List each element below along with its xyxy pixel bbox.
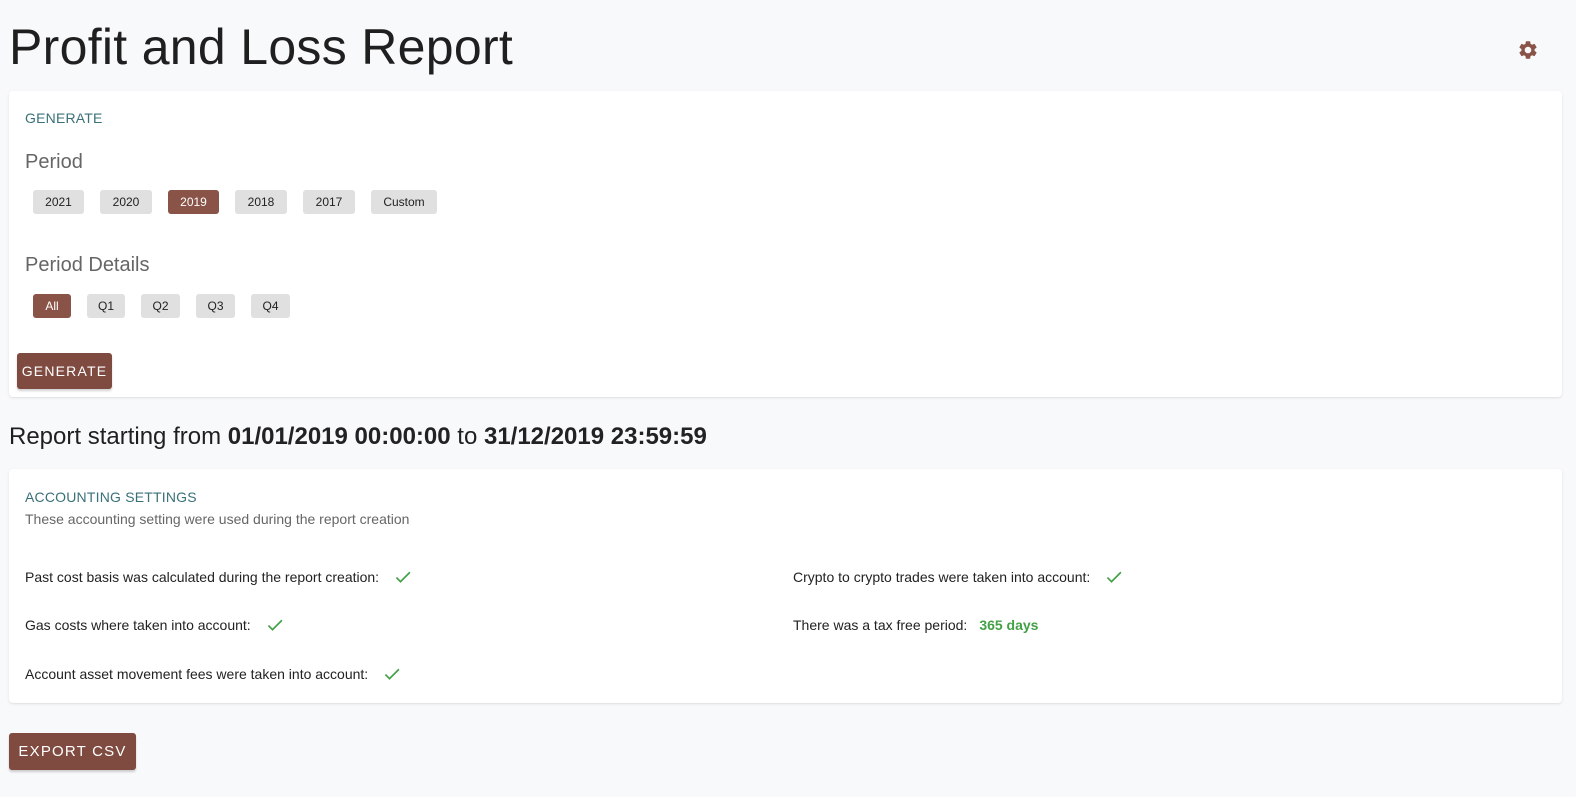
period-chip-2021[interactable]: 2021 [33, 190, 84, 214]
report-start-date: 01/01/2019 00:00:00 [227, 423, 451, 450]
period-chip-custom[interactable]: Custom [371, 190, 437, 214]
check-icon [1104, 567, 1124, 587]
settings-button[interactable] [1514, 36, 1542, 64]
detail-chip-q1[interactable]: Q1 [87, 294, 125, 318]
check-icon [382, 664, 402, 684]
setting-label: Past cost basis was calculated during th… [25, 569, 380, 585]
generate-heading: GENERATE [25, 110, 103, 126]
setting-crypto-to-crypto: Crypto to crypto trades were taken into … [793, 567, 1124, 587]
setting-label: There was a tax free period: [793, 617, 968, 633]
setting-label: Crypto to crypto trades were taken into … [793, 569, 1091, 585]
period-title: Period [25, 151, 83, 173]
setting-past-cost-basis: Past cost basis was calculated during th… [25, 567, 413, 587]
setting-tax-free-period: There was a tax free period: 365 days [793, 617, 1038, 633]
detail-chip-q2[interactable]: Q2 [141, 294, 180, 318]
detail-chip-q4[interactable]: Q4 [251, 294, 290, 318]
check-icon [393, 567, 413, 587]
period-chips: 2021 2020 2019 2018 2017 Custom [33, 190, 437, 214]
accounting-settings-card: ACCOUNTING SETTINGS These accounting set… [9, 469, 1562, 703]
export-csv-button[interactable]: EXPORT CSV [9, 733, 136, 770]
generate-button[interactable]: GENERATE [17, 353, 112, 389]
period-chip-2020[interactable]: 2020 [100, 190, 152, 214]
setting-label: Account asset movement fees were taken i… [25, 666, 369, 682]
accounting-subtitle: These accounting setting were used durin… [25, 511, 410, 527]
period-chip-2017[interactable]: 2017 [303, 190, 355, 214]
report-end-date: 31/12/2019 23:59:59 [483, 423, 707, 450]
page: Profit and Loss Report GENERATE Period 2… [0, 0, 1576, 797]
setting-asset-movement-fees: Account asset movement fees were taken i… [25, 664, 402, 684]
report-range-middle: to [450, 423, 484, 450]
period-detail-chips: All Q1 Q2 Q3 Q4 [33, 294, 290, 318]
setting-label: Gas costs where taken into account: [25, 617, 251, 633]
setting-gas-costs: Gas costs where taken into account: [25, 615, 285, 635]
period-chip-2019[interactable]: 2019 [168, 190, 219, 214]
tax-free-days: 365 days [979, 617, 1039, 633]
detail-chip-all[interactable]: All [33, 294, 71, 318]
report-range-prefix: Report starting from [9, 423, 228, 450]
report-range: Report starting from 01/01/2019 00:00:00… [9, 423, 707, 451]
detail-chip-q3[interactable]: Q3 [196, 294, 235, 318]
gear-icon [1519, 41, 1537, 59]
period-chip-2018[interactable]: 2018 [235, 190, 287, 214]
period-details-title: Period Details [25, 254, 150, 276]
accounting-heading: ACCOUNTING SETTINGS [25, 489, 197, 505]
check-icon [265, 615, 285, 635]
generate-card: GENERATE Period 2021 2020 2019 2018 2017… [9, 91, 1562, 397]
page-title: Profit and Loss Report [9, 19, 514, 75]
